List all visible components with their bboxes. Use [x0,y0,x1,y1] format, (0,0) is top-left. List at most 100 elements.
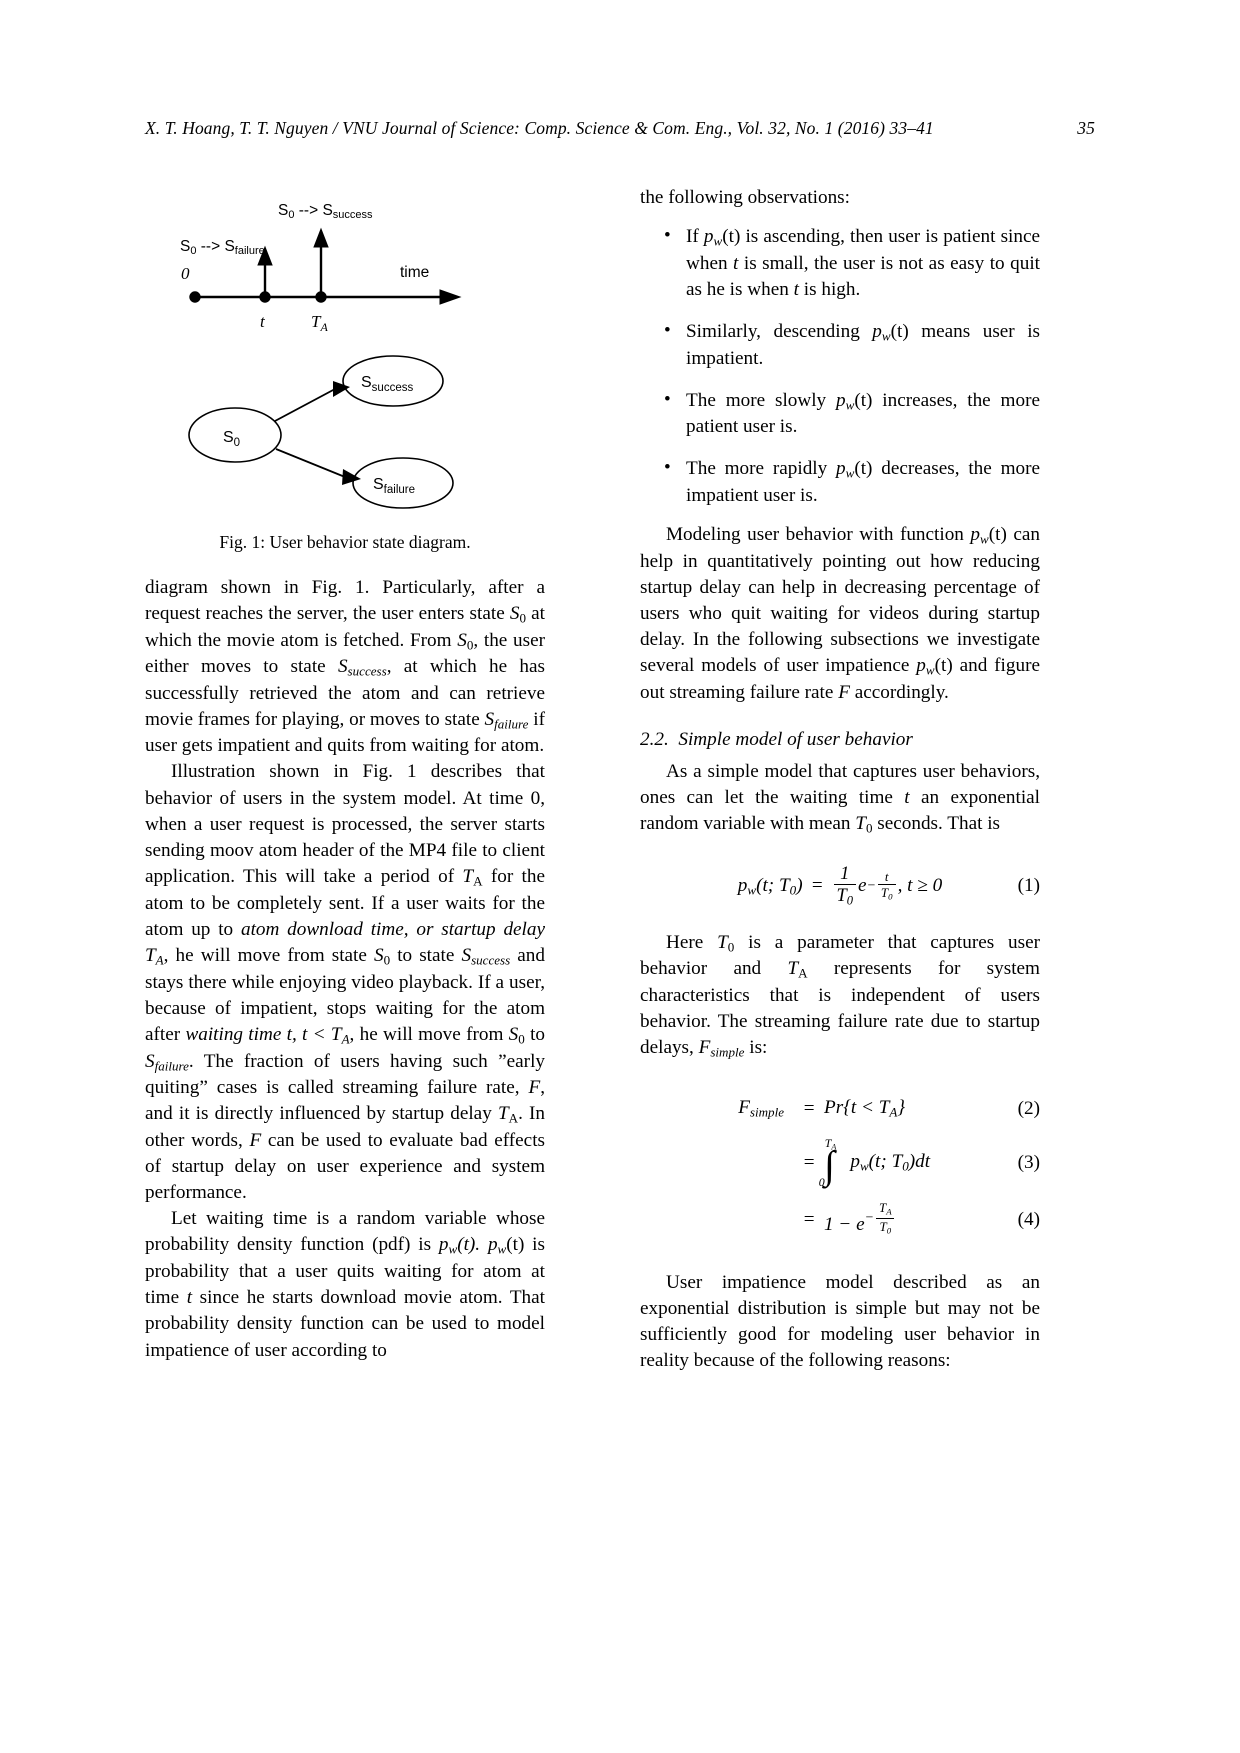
equation-4-number: (4) [1017,1208,1040,1230]
eq1-e: e [858,874,867,896]
symbol-subscript: 0 [886,1225,892,1236]
right-column: the following observations: • If pw(t) i… [640,185,1040,1375]
edge-s0-to-ssuccess [274,388,336,422]
label-time-origin: 0 [181,264,190,283]
integral-upper-limit: TA [825,1137,837,1152]
symbol-subscript: failure [154,1058,189,1074]
running-head-text: X. T. Hoang, T. T. Nguyen / VNU Journal … [145,118,934,138]
edge-s0-to-sfailure [275,448,346,478]
symbol-p: p [487,1234,498,1256]
eq3-equals: = [802,1151,816,1173]
text-run: (t). [457,1234,488,1256]
symbol-subscript: w [845,397,855,413]
symbol-ta: T [462,866,474,888]
symbol-subscript: w [980,531,989,547]
symbol-s: S [484,708,495,730]
page-number: 35 [1077,118,1095,138]
label-time-axis: time [400,264,429,281]
label-tick-t: t [260,312,266,331]
edge-arrowhead-success [333,381,350,397]
symbol-s: S [509,603,520,625]
symbol-subscript: A [341,1031,350,1047]
text-run: accordingly. [849,681,949,703]
symbol-subscript: w [747,882,757,898]
symbol-subscript: w [859,1159,869,1175]
eq1-exp-minus: − [866,877,876,893]
eq4-exp-den: T0 [876,1217,895,1236]
text-run: If [686,226,704,248]
text-run: The more slowly [686,389,837,411]
left-column: diagram shown in Fig. 1. Particularly, a… [145,575,545,1364]
symbol-args: (t; T [868,1151,903,1173]
symbol-subscript: simple [710,1044,745,1060]
text-run: seconds. That is [872,813,1001,835]
text-run: to [524,1024,545,1046]
symbol-f: F [249,1129,262,1151]
eq1-frac-denominator: T0 [833,884,857,908]
timeline-dot-origin [189,291,201,303]
symbol-subscript: w [713,233,723,249]
equation-1: pw(t; T0) = 1 T0 e − t T0, t ≥ 0 (1) [640,863,1040,908]
symbol-t0: T [836,885,847,906]
symbol-args: (t; T [756,874,790,896]
paper-page: X. T. Hoang, T. T. Nguyen / VNU Journal … [0,0,1240,1753]
bullet-icon: • [664,225,671,247]
symbol-f: F [698,1037,711,1059]
symbol-p: p [836,389,846,411]
eq1-exp-fraction: t T0 [877,868,896,902]
equation-4-row: = 1 − e− TA T0 (4) [640,1196,1040,1244]
eq4-equals: = [802,1208,816,1230]
symbol-p: p [850,1151,860,1173]
paragraph-observations-lead: the following observations: [640,187,850,208]
eq4-one-minus: 1 − [824,1214,857,1236]
text-run: Here [666,931,718,953]
label-s0-to-sfailure: S0 --> Sfailure [180,238,265,257]
symbol-subscript: success [347,663,387,679]
label-tick-ta: TA [311,312,328,334]
paragraph-illustration: Illustration shown in Fig. 1 describes t… [145,759,545,1206]
text-run: is small, the user is not as easy to qui… [686,252,1040,300]
eq4-exp-minus: − [864,1209,874,1225]
eq3-rhs: ∫ TA 0 pw(t; T0)dt [819,1137,1014,1188]
symbol-s: S [337,656,348,678]
paragraph-let-waiting-time: Let waiting time is a random variable wh… [145,1206,545,1363]
eq4-exponent: − TA T0 [865,1201,897,1236]
symbol-subscript: A [831,1142,837,1152]
symbol-s: S [145,1050,155,1072]
eq1-fraction: 1 T0 [833,863,857,908]
integral-lower-limit: 0 [818,1174,825,1189]
text-run: diagram shown in Fig. 1. Particularly, a… [145,577,545,625]
eq1-equals: = [810,874,824,896]
symbol-p: p [737,874,748,896]
bullet-icon: • [664,457,671,479]
eq4-e: e [856,1214,865,1236]
text-run: The more rapidly [686,458,837,480]
eq4-exp-num: TA [876,1201,895,1218]
symbol-subscript: w [881,328,891,344]
list-item: • If pw(t) is ascending, then user is pa… [640,224,1040,303]
symbol-p: p [836,458,846,480]
eq1-exp-num: t [884,868,889,884]
symbol-ta: T [497,1103,509,1125]
equation-3-row: = ∫ TA 0 pw(t; T0)dt (3) [640,1132,1040,1194]
running-head: X. T. Hoang, T. T. Nguyen / VNU Journal … [145,118,1095,139]
symbol-subscript: failure [494,716,529,732]
text-run: Modeling user behavior with function [666,524,971,546]
symbol-p: p [703,226,714,248]
subsection-heading-2-2: 2.2. Simple model of user behavior [640,728,1040,753]
symbol-f: F [528,1076,541,1098]
symbol-t0: T [855,813,866,835]
equation-group-2-3-4: Fsimple = Pr{t < TA} (2) = ∫ TA 0 pw(t; … [640,1092,1040,1244]
eq4-rhs: 1 − e− TA T0 [824,1201,1014,1238]
symbol-s: S [374,945,384,967]
symbol-f: F [738,1097,750,1119]
text-run: is high. [798,278,861,300]
eq1-tail: , t ≥ 0 [897,874,943,896]
equation-2-row: Fsimple = Pr{t < TA} (2) [640,1092,1040,1126]
equation-2-number: (2) [1017,1097,1040,1119]
paragraph-simple-model: As a simple model that captures user beh… [640,759,1040,838]
symbol-t0: T [717,931,728,953]
symbol-p: p [916,655,926,677]
eq3-integrand: pw(t; T0)dt [850,1149,930,1175]
subsection-number: 2.2. [640,729,669,751]
